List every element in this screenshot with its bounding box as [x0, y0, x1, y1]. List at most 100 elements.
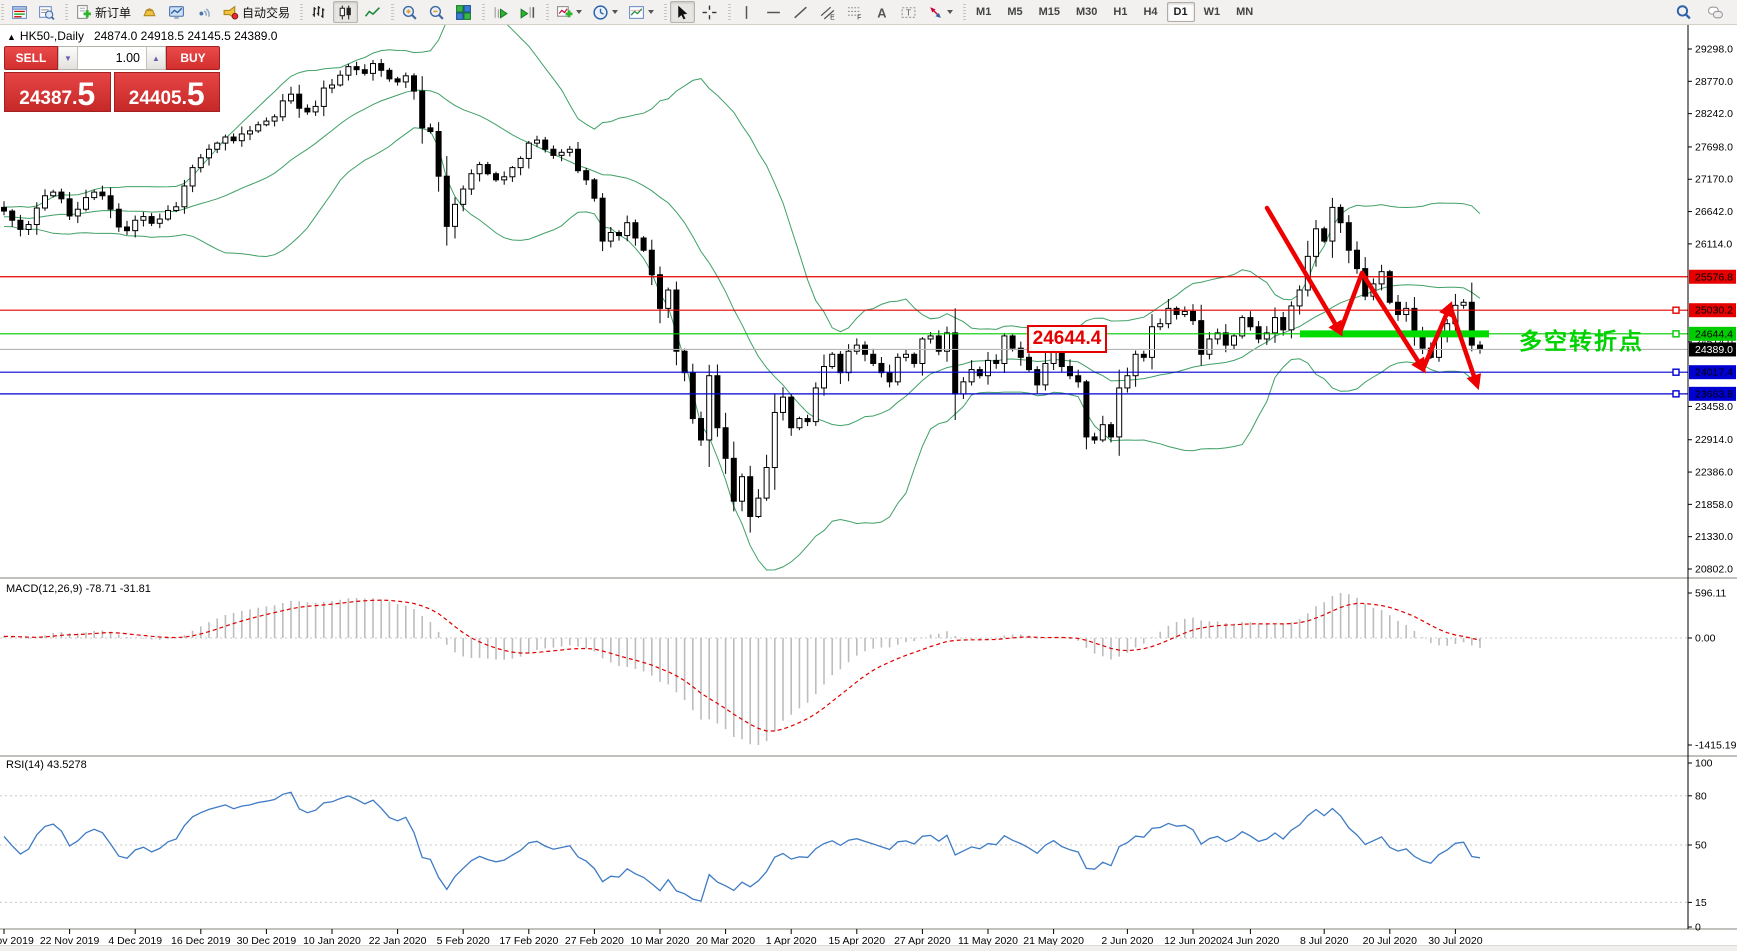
- timeframe-mn-button[interactable]: MN: [1229, 2, 1260, 22]
- sell-price-button[interactable]: 24387.5: [4, 72, 111, 112]
- line-drag-handle[interactable]: [1673, 331, 1679, 337]
- chart-shift-button[interactable]: [515, 1, 540, 23]
- candle: [305, 108, 310, 112]
- autotrading-button[interactable]: 自动交易: [218, 1, 294, 23]
- candle: [477, 165, 482, 174]
- candle: [444, 176, 449, 226]
- candle: [1338, 207, 1343, 222]
- timeframe-h1-button[interactable]: H1: [1106, 2, 1134, 22]
- chevron-down-icon[interactable]: [576, 10, 582, 14]
- search-button[interactable]: [1671, 1, 1696, 23]
- chart-canvas[interactable]: 29298.028770.028242.027698.027170.026642…: [0, 0, 1737, 951]
- timeframe-m5-button[interactable]: M5: [1000, 2, 1029, 22]
- timeframe-h4-button[interactable]: H4: [1136, 2, 1164, 22]
- volume-increase-button[interactable]: ▲: [146, 47, 166, 69]
- periods-icon: [592, 4, 609, 21]
- toolbar-group: [0, 0, 64, 24]
- cursor-button[interactable]: [670, 1, 695, 23]
- equidistant-channel-button[interactable]: E: [815, 1, 840, 23]
- candle: [436, 132, 441, 177]
- toolbar-group: [545, 0, 663, 24]
- price-level-line[interactable]: [0, 369, 1688, 375]
- chevron-down-icon[interactable]: [612, 10, 618, 14]
- candle: [969, 370, 974, 382]
- toolbar-group: 新订单 自动交易: [64, 0, 299, 24]
- data-window-button[interactable]: [34, 1, 59, 23]
- candle: [502, 177, 507, 180]
- price-annotation-box[interactable]: 24644.4: [1027, 325, 1107, 353]
- candle: [149, 217, 154, 224]
- chevron-down-icon[interactable]: [947, 10, 953, 14]
- price-level-line[interactable]: [0, 391, 1688, 397]
- line-chart-style-button[interactable]: [360, 1, 385, 23]
- periods-button[interactable]: [588, 1, 622, 23]
- crosshair-button[interactable]: [697, 1, 722, 23]
- buy-button[interactable]: BUY: [166, 46, 220, 70]
- timeframe-w1-button[interactable]: W1: [1197, 2, 1228, 22]
- candle: [461, 189, 466, 204]
- chat-button[interactable]: [1703, 1, 1728, 23]
- vertical-line-button[interactable]: [734, 1, 759, 23]
- rsi-axis-tick: 50: [1695, 840, 1707, 852]
- text-button[interactable]: A: [869, 1, 894, 23]
- buy-price-button[interactable]: 24405.5: [114, 72, 221, 112]
- candle: [453, 204, 458, 226]
- arrows-button[interactable]: [923, 1, 957, 23]
- collapse-panel-icon[interactable]: ▲: [7, 32, 16, 42]
- candle: [223, 137, 228, 143]
- indicators-button[interactable]: [552, 1, 586, 23]
- candle: [34, 208, 39, 225]
- price-level-line[interactable]: [0, 307, 1688, 313]
- timeframe-d1-button[interactable]: D1: [1167, 2, 1195, 22]
- candle: [1330, 207, 1335, 241]
- trend-arrow[interactable]: [1267, 208, 1340, 332]
- sell-button[interactable]: SELL: [4, 46, 58, 70]
- volume-decrease-button[interactable]: ▼: [58, 47, 78, 69]
- bar-chart-style-button[interactable]: [306, 1, 331, 23]
- line-drag-handle[interactable]: [1673, 391, 1679, 397]
- templates-icon: [628, 4, 645, 21]
- search-icon: [1675, 4, 1692, 21]
- candle: [1478, 345, 1483, 349]
- candle: [666, 290, 671, 308]
- candle: [723, 428, 728, 459]
- candle: [559, 152, 564, 155]
- zoom-out-icon: [428, 4, 445, 21]
- candle: [198, 158, 203, 168]
- line-drag-handle[interactable]: [1673, 307, 1679, 313]
- templates-button[interactable]: [624, 1, 658, 23]
- candle: [387, 70, 392, 79]
- zoom-out-button[interactable]: [424, 1, 449, 23]
- auto-scroll-button[interactable]: [488, 1, 513, 23]
- candle: [518, 158, 523, 167]
- mt4-window: 新订单 自动交易 EFA T M1M5M15M30H1H4D1W1MN 29298.02…: [0, 0, 1737, 951]
- trend-arrow[interactable]: [1423, 306, 1450, 369]
- turning-point-annotation[interactable]: 多空转折点: [1519, 322, 1644, 356]
- candlestick-style-button[interactable]: [333, 1, 358, 23]
- price-axis-tick: 22914.0: [1695, 434, 1733, 446]
- rsi-axis-tick: 100: [1695, 758, 1713, 770]
- timeframe-m15-button[interactable]: M15: [1032, 2, 1067, 22]
- tile-windows-button[interactable]: [451, 1, 476, 23]
- candle: [428, 128, 433, 132]
- rsi-line: [4, 792, 1480, 901]
- text-label-button[interactable]: T: [896, 1, 921, 23]
- market-watch-button[interactable]: [7, 1, 32, 23]
- signals-button[interactable]: [191, 1, 216, 23]
- horizontal-line-button[interactable]: [761, 1, 786, 23]
- line-drag-handle[interactable]: [1673, 369, 1679, 375]
- funds-button[interactable]: [137, 1, 162, 23]
- volume-value[interactable]: 1.00: [78, 47, 146, 69]
- timeframe-m30-button[interactable]: M30: [1069, 2, 1104, 22]
- candle: [1461, 302, 1466, 305]
- publish-chart-button[interactable]: [164, 1, 189, 23]
- chevron-down-icon[interactable]: [648, 10, 654, 14]
- timeframe-m1-button[interactable]: M1: [969, 2, 998, 22]
- new-order-button[interactable]: 新订单: [71, 1, 135, 23]
- ohlc-values: 24874.0 24918.5 24145.5 24389.0: [94, 29, 278, 43]
- trend-arrow[interactable]: [1340, 273, 1362, 332]
- svg-text:T: T: [906, 7, 911, 17]
- fibonacci-button[interactable]: F: [842, 1, 867, 23]
- zoom-in-button[interactable]: [397, 1, 422, 23]
- trendline-button[interactable]: [788, 1, 813, 23]
